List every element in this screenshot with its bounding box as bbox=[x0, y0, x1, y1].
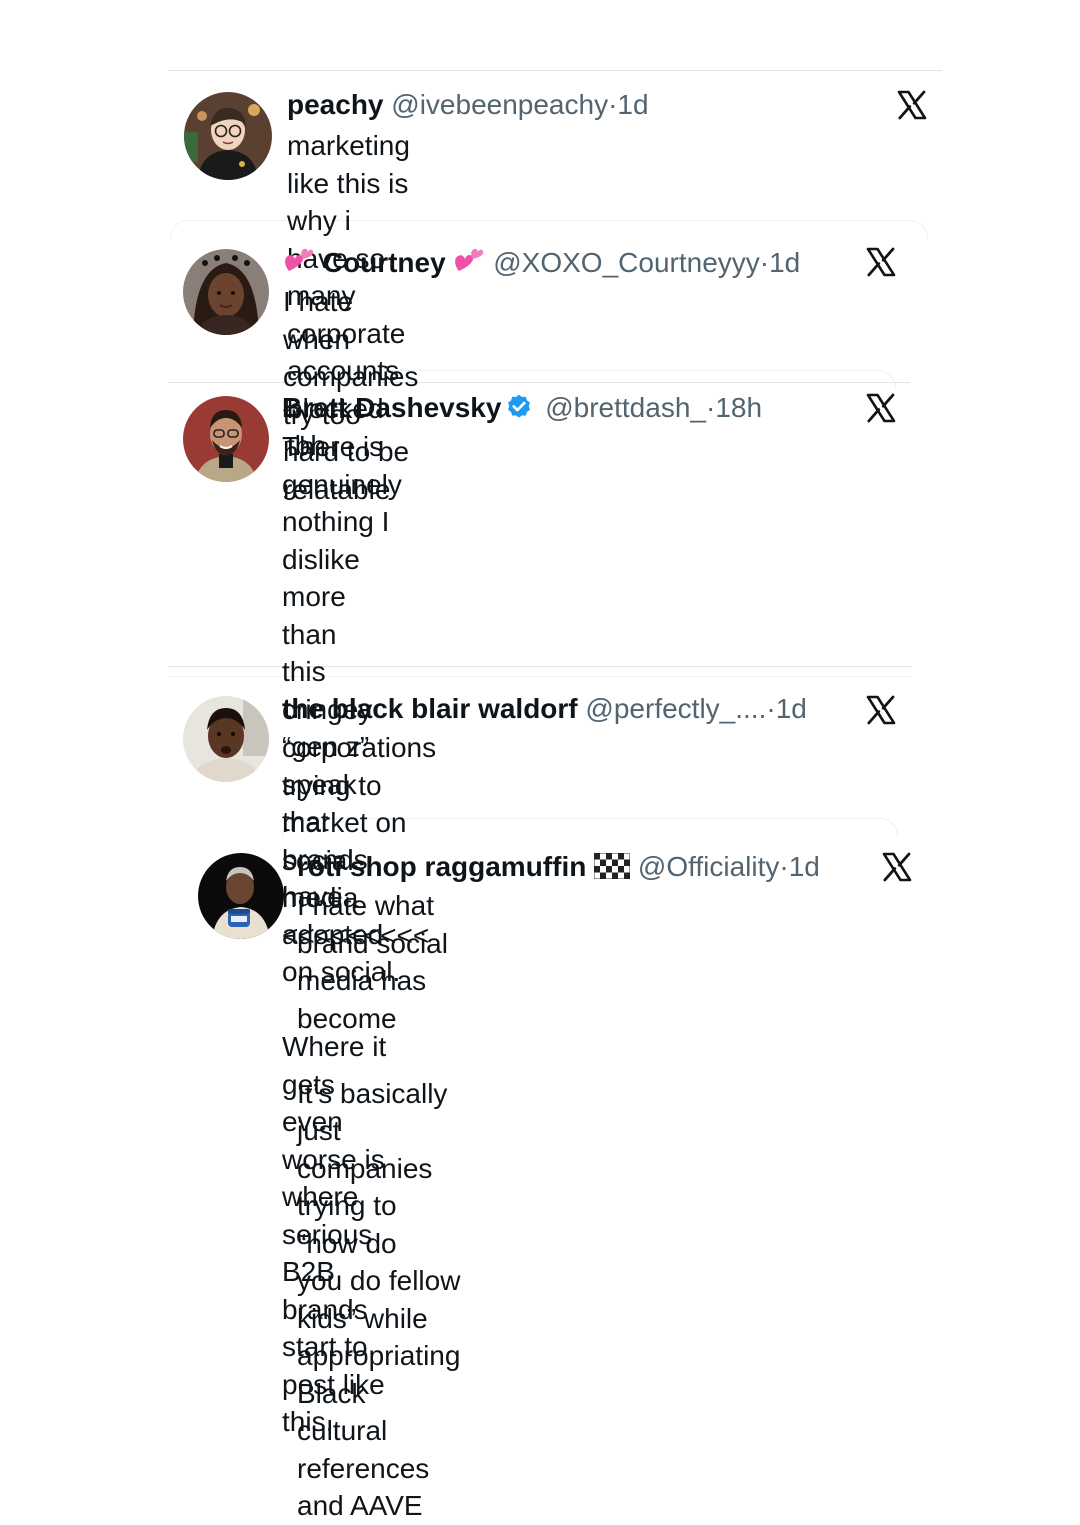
checkered-flag-emoji-icon bbox=[593, 852, 631, 887]
avatar[interactable] bbox=[198, 853, 284, 939]
user-handle[interactable]: @perfectly_.... bbox=[585, 693, 766, 724]
divider-top bbox=[168, 70, 942, 71]
timestamp[interactable]: 18h bbox=[715, 392, 762, 423]
x-logo-icon[interactable] bbox=[866, 247, 896, 277]
avatar[interactable] bbox=[183, 696, 269, 782]
timestamp[interactable]: 1d bbox=[776, 693, 807, 724]
user-handle[interactable]: @brettdash_ bbox=[545, 392, 706, 423]
user-handle[interactable]: @XOXO_Courtneyyy bbox=[493, 247, 760, 278]
verified-badge-icon bbox=[505, 393, 533, 429]
display-name[interactable]: Brett Dashevsky bbox=[282, 392, 501, 423]
tweet-header: peachy @ivebeenpeachy·1d bbox=[287, 88, 649, 122]
x-logo-icon[interactable] bbox=[882, 852, 912, 882]
avatar[interactable] bbox=[183, 396, 269, 482]
timestamp[interactable]: 1d bbox=[789, 851, 820, 882]
display-name[interactable]: Courtney bbox=[323, 247, 446, 278]
timestamp[interactable]: 1d bbox=[617, 89, 648, 120]
tweet-header: Courtney @XOXO_Courtneyyy·1d bbox=[283, 245, 800, 283]
separator-dot: · bbox=[705, 392, 716, 423]
display-name[interactable]: roti shop raggamuffin bbox=[297, 851, 586, 882]
divider-4 bbox=[168, 676, 912, 677]
heart-emoji-icon bbox=[283, 245, 315, 283]
divider-3 bbox=[168, 666, 912, 667]
divider-2 bbox=[168, 382, 910, 383]
x-logo-icon[interactable] bbox=[897, 90, 927, 120]
heart-emoji-icon bbox=[453, 245, 485, 283]
tweet-header: the black blair waldorf @perfectly_....·… bbox=[282, 692, 807, 726]
separator-dot: · bbox=[608, 89, 618, 120]
separator-dot: · bbox=[759, 247, 770, 278]
separator-dot: · bbox=[766, 693, 776, 724]
user-handle[interactable]: @Officiality bbox=[638, 851, 780, 882]
tweet-text: I hate what brand social media has becom… bbox=[297, 890, 461, 1521]
x-logo-icon[interactable] bbox=[866, 393, 896, 423]
separator-dot: · bbox=[779, 851, 789, 882]
display-name[interactable]: peachy bbox=[287, 89, 384, 120]
timestamp[interactable]: 1d bbox=[769, 247, 800, 278]
avatar[interactable] bbox=[184, 92, 272, 180]
tweet-header: Brett Dashevsky @brettdash_·18h bbox=[282, 391, 762, 429]
quote-frame-1 bbox=[170, 220, 928, 239]
x-logo-icon[interactable] bbox=[866, 695, 896, 725]
display-name[interactable]: the black blair waldorf bbox=[282, 693, 578, 724]
avatar[interactable] bbox=[183, 249, 269, 335]
tweet-header: roti shop raggamuffin @Officiality·1d bbox=[297, 850, 820, 887]
user-handle[interactable]: @ivebeenpeachy bbox=[391, 89, 608, 120]
